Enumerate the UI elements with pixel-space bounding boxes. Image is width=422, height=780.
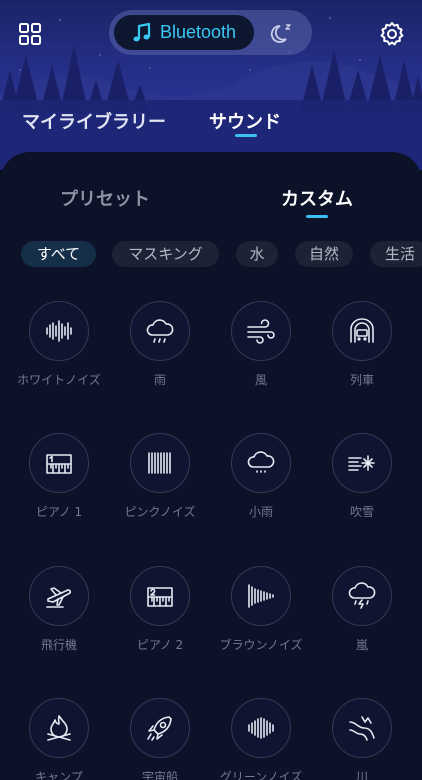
tab-my-library[interactable]: マイライブラリー — [22, 108, 166, 134]
sound-label: ピアノ 1 — [35, 505, 83, 519]
campfire-icon — [47, 715, 71, 741]
sound-label: 嵐 — [355, 638, 368, 652]
sound-label: ブラウンノイズ — [219, 638, 303, 652]
sound-label: 小雨 — [248, 505, 273, 519]
airplane-icon — [46, 587, 72, 608]
river-icon — [349, 716, 375, 741]
sound-white-noise[interactable]: ホワイトノイズ — [9, 301, 109, 388]
bluetooth-mode-button[interactable]: Bluetooth — [114, 15, 254, 50]
sound-label: 列車 — [349, 373, 374, 387]
tab-sound[interactable]: サウンド — [209, 108, 281, 134]
tab-preset[interactable]: プリセット — [60, 185, 150, 211]
bluetooth-label: Bluetooth — [160, 22, 237, 42]
train-icon — [350, 318, 374, 343]
chip-water[interactable]: 水 — [236, 241, 278, 267]
sound-rain[interactable]: 雨 — [110, 301, 210, 388]
sound-label: ピンクノイズ — [124, 505, 196, 519]
chip-nature[interactable]: 自然 — [295, 241, 353, 267]
brown-noise-icon — [248, 584, 274, 608]
mode-switch: Bluetooth — [109, 10, 312, 55]
wind-icon — [247, 319, 275, 344]
sound-label: ピアノ 2 — [136, 638, 184, 652]
sound-green-noise[interactable]: グリーンノイズ — [211, 698, 311, 780]
rain-cloud-icon — [146, 319, 174, 343]
top-bar: Bluetooth — [0, 0, 422, 66]
sound-light-rain[interactable]: 小雨 — [211, 433, 311, 520]
piano-2-icon — [147, 587, 173, 607]
sound-piano-2[interactable]: ピアノ 2 — [110, 566, 210, 653]
sound-wind[interactable]: 風 — [211, 301, 311, 388]
sound-label: 雨 — [153, 373, 166, 387]
sound-snowstorm[interactable]: 吹雪 — [312, 433, 412, 520]
sound-campfire[interactable]: キャンプ — [9, 698, 109, 780]
sound-piano-1[interactable]: ピアノ 1 — [9, 433, 109, 520]
storm-icon — [348, 582, 376, 609]
sound-airplane[interactable]: 飛行機 — [9, 566, 109, 653]
chip-life[interactable]: 生活 — [370, 241, 422, 267]
green-noise-icon — [248, 717, 274, 739]
sound-spaceship[interactable]: 宇宙船 — [110, 698, 210, 780]
sound-label: 風 — [254, 373, 267, 387]
sound-pink-noise[interactable]: ピンクノイズ — [110, 433, 210, 520]
pink-noise-icon — [148, 452, 171, 474]
grid-menu-icon[interactable] — [18, 22, 42, 46]
rocket-icon — [147, 716, 172, 741]
sound-train[interactable]: 列車 — [312, 301, 412, 388]
sound-label: キャンプ — [35, 770, 83, 780]
main-tabs: マイライブラリー サウンド — [0, 108, 422, 148]
sound-label: 川 — [355, 770, 368, 780]
sound-brown-noise[interactable]: ブラウンノイズ — [211, 566, 311, 653]
chip-all[interactable]: すべて — [21, 241, 96, 267]
white-noise-icon — [46, 320, 72, 342]
light-rain-icon — [247, 451, 275, 473]
sound-label: 飛行機 — [40, 638, 77, 652]
sound-label: グリーンノイズ — [219, 770, 303, 780]
settings-gear-icon[interactable] — [378, 20, 406, 48]
music-note-icon — [133, 22, 151, 41]
tab-active-indicator — [235, 134, 257, 137]
piano-1-icon — [46, 454, 72, 474]
sound-label: 吹雪 — [349, 505, 374, 519]
category-filter: すべて マスキング 水 自然 生活 — [21, 241, 422, 267]
sound-storm[interactable]: 嵐 — [312, 566, 412, 653]
sound-river[interactable]: 川 — [312, 698, 412, 780]
sound-label: ホワイトノイズ — [17, 373, 101, 387]
snowstorm-icon — [348, 455, 375, 471]
sleep-moon-icon[interactable] — [267, 18, 297, 48]
chip-masking[interactable]: マスキング — [112, 241, 219, 267]
sound-label: 宇宙船 — [141, 770, 178, 780]
tab-custom[interactable]: カスタム — [281, 185, 353, 211]
subtab-active-indicator — [306, 215, 328, 218]
